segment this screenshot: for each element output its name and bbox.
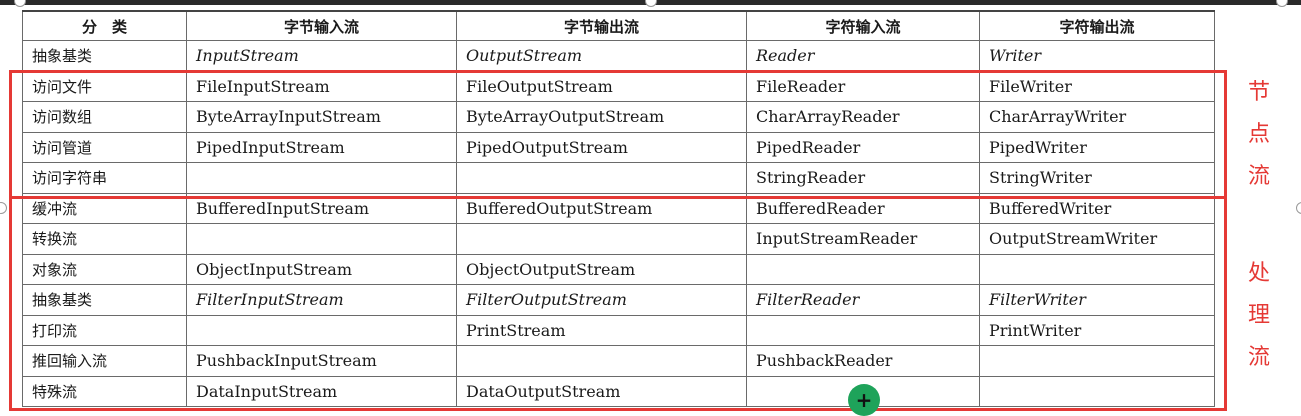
row-category: 打印流: [22, 314, 187, 346]
table-cell: [456, 223, 747, 255]
table-cell: Writer: [979, 40, 1215, 72]
table-cell: PushbackInputStream: [186, 345, 457, 377]
table-cell: PrintStream: [456, 314, 747, 346]
table-row: 访问管道 PipedInputStream PipedOutputStream …: [22, 131, 1215, 163]
table-cell: StringReader: [746, 162, 980, 194]
resize-handle-mid-left[interactable]: [0, 202, 7, 214]
table-cell: FilterOutputStream: [456, 284, 747, 316]
table-cell: [746, 253, 980, 285]
table-cell: [186, 314, 457, 346]
resize-handle-top-right[interactable]: [1276, 0, 1288, 7]
header-char-output: 字符输出流: [979, 10, 1215, 41]
table-cell: [979, 375, 1215, 407]
processing-stream-label: 处 理 流: [1244, 253, 1274, 379]
resize-handle-mid-right[interactable]: [1296, 202, 1301, 214]
table-row: 特殊流 DataInputStream DataOutputStream: [22, 375, 1215, 407]
table-cell: CharArrayWriter: [979, 101, 1215, 133]
table-cell: FileInputStream: [186, 70, 457, 102]
table-row: 访问文件 FileInputStream FileOutputStream Fi…: [22, 70, 1215, 102]
row-category: 访问管道: [22, 131, 187, 163]
table-cell: ObjectInputStream: [186, 253, 457, 285]
node-stream-label: 节 点 流: [1244, 72, 1274, 198]
table-cell: ObjectOutputStream: [456, 253, 747, 285]
row-category: 访问文件: [22, 70, 187, 102]
row-category: 推回输入流: [22, 345, 187, 377]
table-cell: PipedInputStream: [186, 131, 457, 163]
row-category: 缓冲流: [22, 192, 187, 224]
table-row: 转换流 InputStreamReader OutputStreamWriter: [22, 223, 1215, 255]
table-row: 抽象基类 InputStream OutputStream Reader Wri…: [22, 40, 1215, 72]
table-cell: FilterWriter: [979, 284, 1215, 316]
resize-handle-top-mid[interactable]: [645, 0, 657, 7]
add-button[interactable]: +: [848, 384, 880, 416]
table-row: 对象流 ObjectInputStream ObjectOutputStream: [22, 253, 1215, 285]
row-category: 特殊流: [22, 375, 187, 407]
table-cell: CharArrayReader: [746, 101, 980, 133]
table-cell: [456, 162, 747, 194]
table-cell: BufferedReader: [746, 192, 980, 224]
table-row: 推回输入流 PushbackInputStream PushbackReader: [22, 345, 1215, 377]
table-cell: PrintWriter: [979, 314, 1215, 346]
screenshot-frame: 分 类 字节输入流 字节输出流 字符输入流 字符输出流 抽象基类 InputSt…: [0, 0, 1301, 416]
table-cell: [979, 253, 1215, 285]
table-cell: PipedWriter: [979, 131, 1215, 163]
table-cell: DataOutputStream: [456, 375, 747, 407]
row-category: 访问字符串: [22, 162, 187, 194]
table-cell: InputStream: [186, 40, 457, 72]
table-cell: [746, 314, 980, 346]
table-cell: PipedReader: [746, 131, 980, 163]
table-cell: OutputStream: [456, 40, 747, 72]
row-category: 抽象基类: [22, 40, 187, 72]
resize-handle-top-left[interactable]: [14, 0, 26, 7]
table-row: 访问数组 ByteArrayInputStream ByteArrayOutpu…: [22, 101, 1215, 133]
table-cell: OutputStreamWriter: [979, 223, 1215, 255]
table-cell: ByteArrayInputStream: [186, 101, 457, 133]
table-row: 访问字符串 StringReader StringWriter: [22, 162, 1215, 194]
table-cell: FilterReader: [746, 284, 980, 316]
table-row: 抽象基类 FilterInputStream FilterOutputStrea…: [22, 284, 1215, 316]
table-cell: BufferedOutputStream: [456, 192, 747, 224]
table-cell: [186, 162, 457, 194]
processing-stream-char: 理: [1247, 303, 1270, 328]
table-cell: [186, 223, 457, 255]
row-category: 转换流: [22, 223, 187, 255]
row-category: 对象流: [22, 253, 187, 285]
table-cell: DataInputStream: [186, 375, 457, 407]
table-cell: FileOutputStream: [456, 70, 747, 102]
table-cell: FileReader: [746, 70, 980, 102]
node-stream-char: 点: [1247, 122, 1270, 147]
table-header-row: 分 类 字节输入流 字节输出流 字符输入流 字符输出流: [22, 10, 1215, 41]
node-stream-char: 节: [1247, 80, 1270, 105]
table-cell: StringWriter: [979, 162, 1215, 194]
table-cell: BufferedInputStream: [186, 192, 457, 224]
processing-stream-char: 处: [1247, 261, 1270, 286]
table-row: 打印流 PrintStream PrintWriter: [22, 314, 1215, 346]
processing-stream-char: 流: [1247, 345, 1270, 370]
table-row: 缓冲流 BufferedInputStream BufferedOutputSt…: [22, 192, 1215, 224]
table-cell: PipedOutputStream: [456, 131, 747, 163]
table-cell: FilterInputStream: [186, 284, 457, 316]
table-cell: PushbackReader: [746, 345, 980, 377]
table-cell: [979, 345, 1215, 377]
table-cell: [456, 345, 747, 377]
table-cell: FileWriter: [979, 70, 1215, 102]
row-category: 访问数组: [22, 101, 187, 133]
table-cell: ByteArrayOutputStream: [456, 101, 747, 133]
node-stream-char: 流: [1247, 164, 1270, 189]
table-cell: BufferedWriter: [979, 192, 1215, 224]
io-stream-table: 分 类 字节输入流 字节输出流 字符输入流 字符输出流 抽象基类 InputSt…: [22, 10, 1215, 407]
table-cell: InputStreamReader: [746, 223, 980, 255]
table-cell: Reader: [746, 40, 980, 72]
header-byte-input: 字节输入流: [186, 10, 457, 41]
header-byte-output: 字节输出流: [456, 10, 747, 41]
header-char-input: 字符输入流: [746, 10, 980, 41]
row-category: 抽象基类: [22, 284, 187, 316]
header-category: 分 类: [22, 10, 187, 41]
